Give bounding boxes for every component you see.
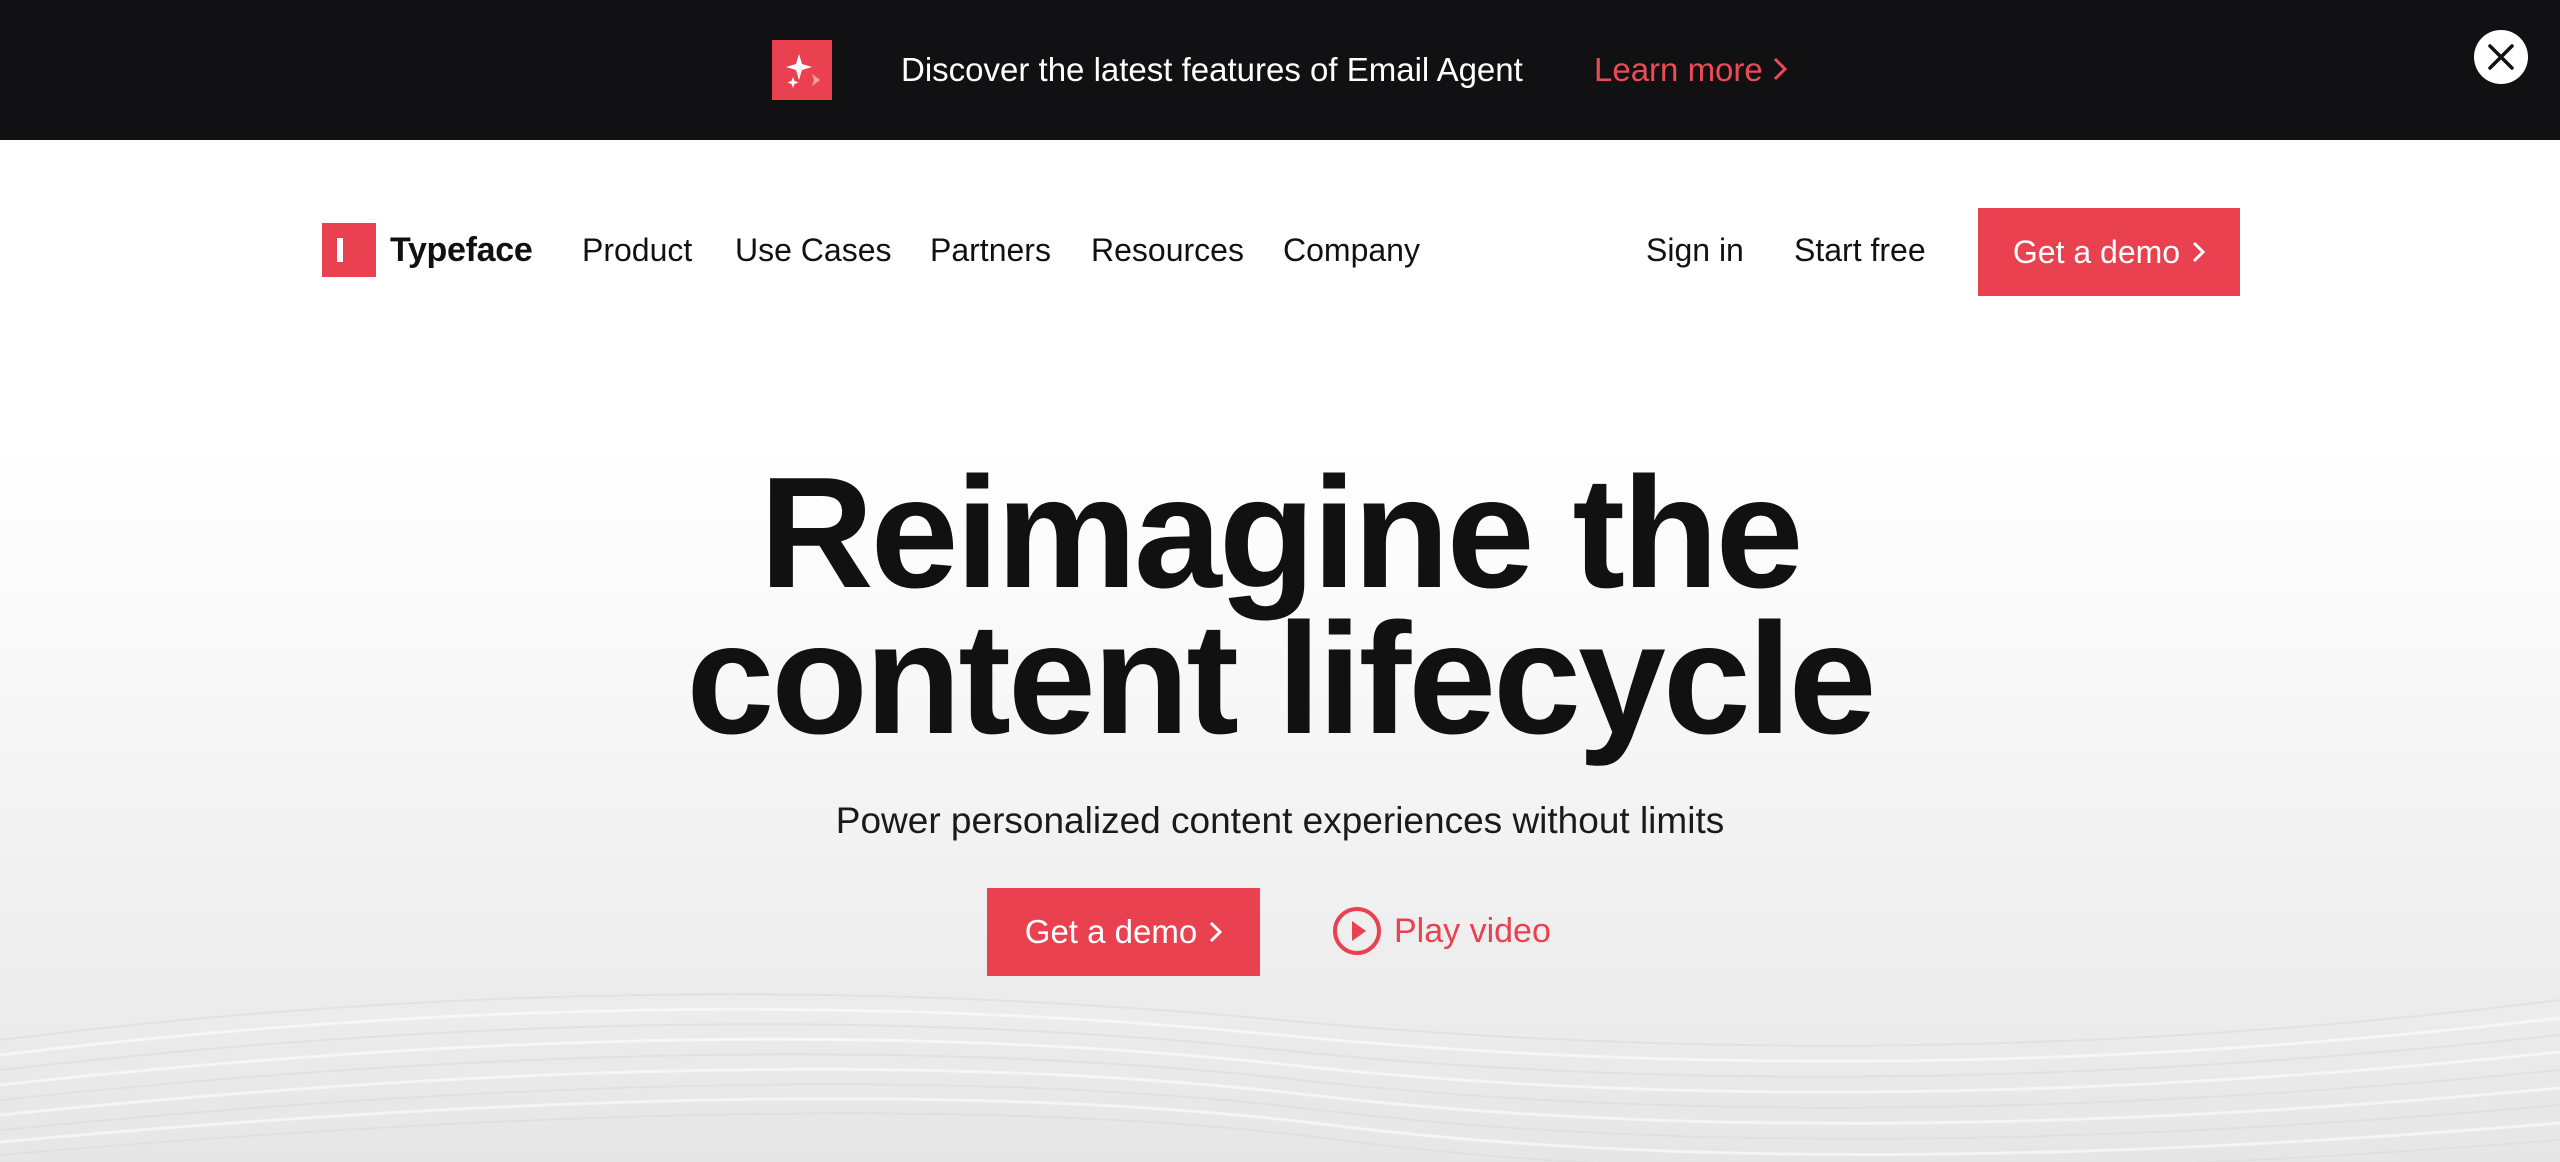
logo-mark-icon <box>322 223 376 277</box>
typeface-logo[interactable]: Typeface <box>322 223 533 277</box>
hero-title-line-1: Reimagine the <box>759 445 1804 621</box>
nav-item-product[interactable]: Product <box>582 228 692 272</box>
learn-more-link[interactable]: Learn more <box>1594 48 1787 92</box>
sparkle-icon <box>772 40 832 100</box>
close-icon <box>2488 44 2514 70</box>
chevron-right-icon <box>2192 241 2206 263</box>
get-demo-label: Get a demo <box>2012 233 2181 270</box>
hero-title-line-2: content lifecycle <box>686 591 1876 767</box>
nav-item-company[interactable]: Company <box>1283 228 1420 272</box>
hero-title: Reimagine the content lifecycle <box>0 445 2560 767</box>
learn-more-label: Learn more <box>1594 51 1763 88</box>
hero-subtitle: Power personalized content experiences w… <box>835 800 1725 841</box>
chevron-right-icon <box>1773 48 1787 92</box>
main-nav: Typeface Product Use Cases Partners Reso… <box>0 140 2560 370</box>
start-free-link[interactable]: Start free <box>1794 228 1926 272</box>
chevron-right-icon <box>1209 921 1223 943</box>
get-demo-button-nav[interactable]: Get a demo <box>1978 208 2240 296</box>
close-announcement-button[interactable] <box>2474 30 2528 84</box>
play-video-label: Play video <box>1394 911 1551 950</box>
announcement-text: Discover the latest features of Email Ag… <box>901 51 1523 88</box>
nav-item-resources[interactable]: Resources <box>1091 228 1244 272</box>
nav-item-use-cases[interactable]: Use Cases <box>735 228 892 272</box>
announcement-bar: Discover the latest features of Email Ag… <box>0 0 2560 140</box>
get-demo-button-hero[interactable]: Get a demo <box>987 888 1260 976</box>
logo-text: Typeface <box>390 230 533 269</box>
play-circle-icon <box>1333 907 1381 955</box>
sign-in-link[interactable]: Sign in <box>1646 228 1744 272</box>
nav-item-partners[interactable]: Partners <box>930 228 1051 272</box>
play-video-button[interactable]: Play video <box>1332 906 1551 956</box>
get-demo-label: Get a demo <box>1024 913 1198 950</box>
